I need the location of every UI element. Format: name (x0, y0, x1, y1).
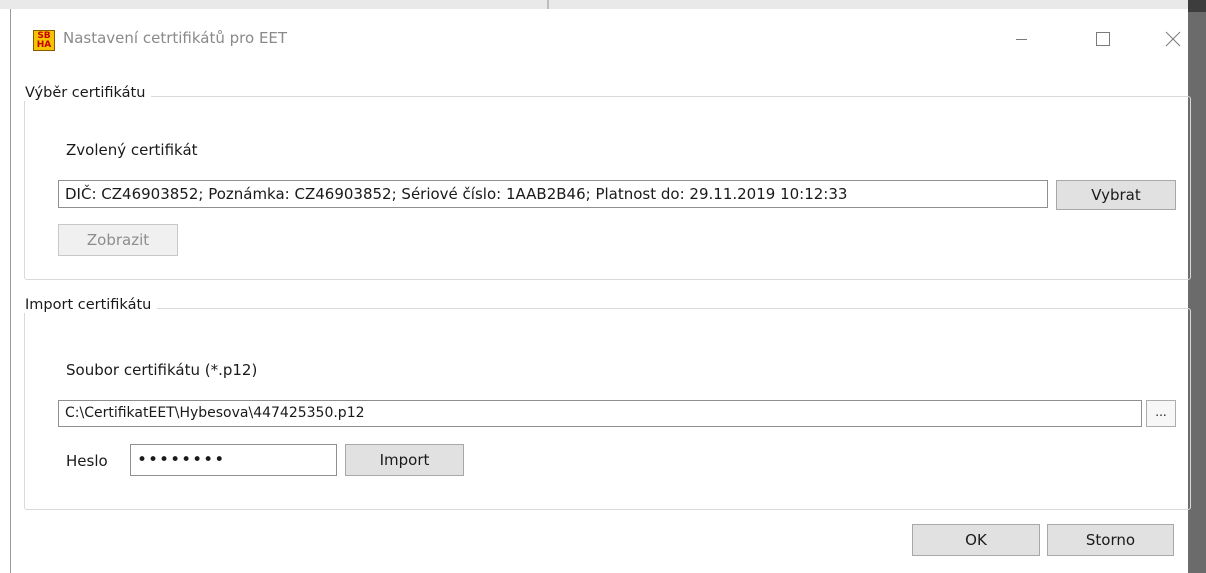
close-button[interactable] (1159, 26, 1187, 52)
window-title: Nastavení cetrtifikátů pro EET (63, 29, 288, 47)
maximize-button[interactable] (1088, 26, 1116, 52)
cancel-button[interactable]: Storno (1047, 524, 1174, 556)
chosen-certificate-field[interactable]: DIČ: CZ46903852; Poznámka: CZ46903852; S… (58, 180, 1048, 208)
background-divider (547, 0, 549, 9)
browse-file-button[interactable]: ... (1146, 400, 1176, 427)
group-legend-import: Import certifikátu (23, 297, 158, 313)
app-logo-icon: SB HA (33, 30, 55, 51)
password-label: Heslo (66, 452, 108, 470)
import-button[interactable]: Import (345, 444, 464, 476)
password-field[interactable]: •••••••• (130, 444, 337, 476)
certificate-file-path-field[interactable]: C:\CertifikatEET\Hybesova\447425350.p12 (58, 400, 1142, 427)
minimize-icon (1016, 39, 1027, 40)
background-window-edge (0, 0, 1206, 9)
minimize-button[interactable] (1007, 26, 1035, 52)
app-logo-text-bottom: HA (36, 40, 52, 50)
show-certificate-button[interactable]: Zobrazit (58, 224, 178, 256)
maximize-icon (1096, 32, 1110, 46)
certificate-file-label: Soubor certifikátu (*.p12) (66, 361, 258, 379)
close-icon (1165, 31, 1181, 47)
background-edge-segment (1188, 0, 1206, 12)
select-certificate-button[interactable]: Vybrat (1056, 180, 1176, 210)
ok-button[interactable]: OK (912, 524, 1040, 556)
group-legend-selection: Výběr certifikátu (23, 85, 152, 101)
title-bar: SB HA Nastavení cetrtifikátů pro EET (11, 9, 1188, 71)
chosen-certificate-label: Zvolený certifikát (66, 141, 198, 159)
